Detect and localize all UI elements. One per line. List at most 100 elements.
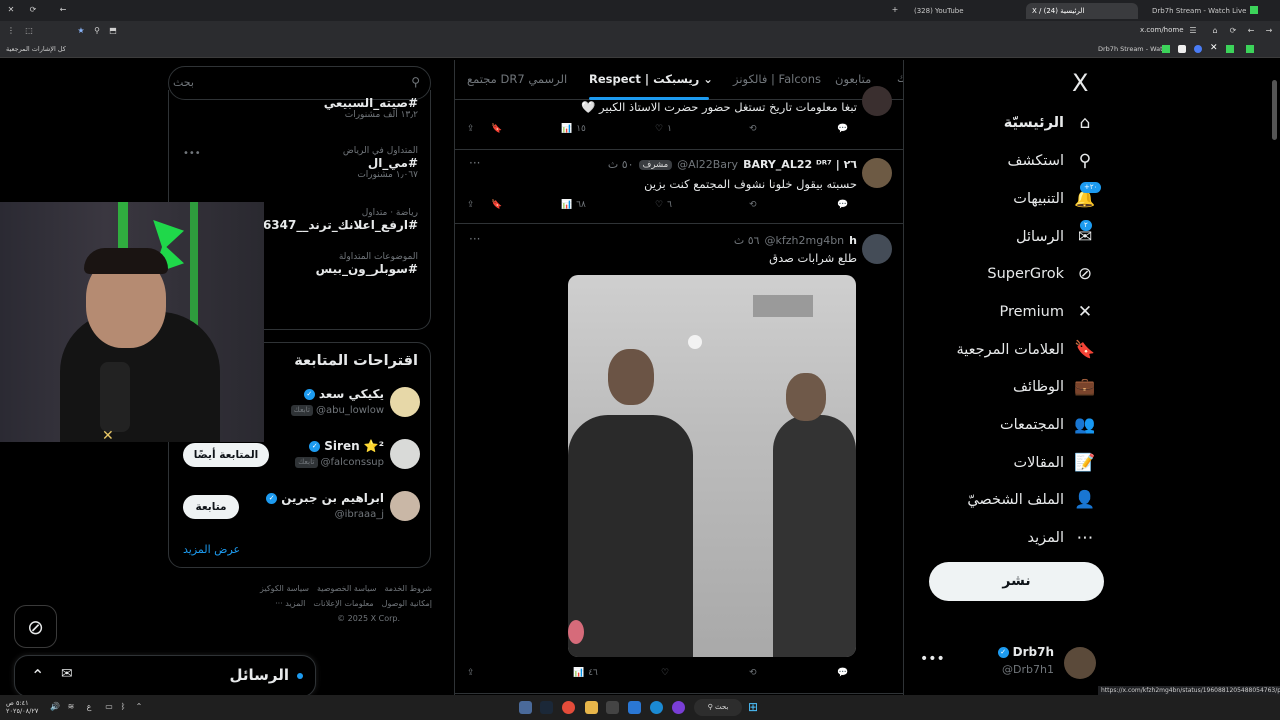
tweet-more-icon[interactable]: ··· (469, 232, 480, 246)
post-button[interactable]: نشر (929, 562, 1104, 601)
tab-stream[interactable]: Drb7h Stream - Watch Live on (1146, 3, 1246, 19)
reply-icon[interactable]: 💬 (837, 668, 848, 678)
new-tab-icon[interactable]: + (890, 5, 900, 15)
expand-up-icon[interactable]: ⌃ (31, 666, 44, 685)
wifi-icon[interactable]: ≋ (66, 702, 76, 712)
tweet-author-name[interactable]: h (849, 234, 857, 247)
bookmark-x-icon[interactable]: ✕ (1210, 43, 1218, 53)
star-icon[interactable]: ★ (76, 26, 86, 36)
tune-icon[interactable]: ☰ (1188, 26, 1198, 36)
retweet-icon[interactable]: ⟲ (749, 200, 757, 210)
telegram-icon[interactable] (628, 701, 641, 714)
bookmark-icon[interactable]: 🔖 (491, 124, 502, 134)
tab-falcons[interactable]: فالكونز | Falcons (733, 72, 821, 86)
nav-item-search[interactable]: ⚲ استكشف (1007, 146, 1096, 176)
like-button[interactable]: ♡ ٦ (655, 200, 672, 210)
tweet-author-handle[interactable]: @Al22Bary (677, 158, 738, 171)
more-dots-icon[interactable]: ••• (920, 651, 945, 667)
trend-more-icon[interactable]: ••• (183, 148, 201, 159)
steam-icon[interactable] (540, 701, 553, 714)
window-close-icon[interactable]: ✕ (6, 5, 16, 15)
back-nav-icon[interactable]: → (1264, 26, 1274, 36)
scrollbar[interactable] (1272, 80, 1277, 140)
trend-item[interactable]: الموضوعات المتداولة #سوبلر_ون_بيس (316, 252, 418, 276)
tweet-time[interactable]: ٥٦ ث (734, 234, 760, 247)
like-button[interactable]: ♡ ١ (655, 124, 672, 134)
language-icon[interactable]: ع (84, 702, 94, 712)
tab-respect[interactable]: Respect | ريسبكت ⌄ (589, 72, 713, 86)
privacy-link[interactable]: سياسة الخصوصية (317, 584, 376, 593)
speaker-icon[interactable]: 🔊 (50, 702, 60, 712)
nav-item-communities[interactable]: 👥 المجتمعات (1000, 410, 1096, 440)
tweet-author-handle[interactable]: @kfzh2mg4bn (765, 234, 845, 247)
tweet-time[interactable]: ٥٠ ث (608, 158, 634, 171)
retweet-icon[interactable]: ⟲ (749, 124, 757, 134)
ads-info-link[interactable]: معلومات الإعلانات (313, 599, 373, 608)
menu-dots-icon[interactable]: ⋮ (6, 26, 16, 36)
tab-x-home[interactable]: X / الرئيسية (24) (1026, 3, 1138, 19)
more-link[interactable]: المزيد ··· (275, 599, 305, 608)
home-browser-icon[interactable]: ⌂ (1210, 26, 1220, 36)
grok-button[interactable]: ⊘ (14, 605, 57, 648)
edge-icon[interactable] (650, 701, 663, 714)
new-message-icon[interactable]: ✉ (61, 666, 73, 682)
cookies-link[interactable]: سياسة الكوكيز (260, 584, 309, 593)
nav-item-profile[interactable]: 👤 الملف الشخصيّ (967, 485, 1096, 515)
zoom-icon[interactable]: ⚲ (92, 26, 102, 36)
nav-item-home[interactable]: ⌂ الرئيسيّة (1004, 108, 1096, 138)
nav-item-more-circle[interactable]: ⋯ المزيد (1028, 523, 1096, 553)
reply-icon[interactable]: 💬 (837, 124, 848, 134)
url-field[interactable]: x.com/home (1140, 26, 1184, 34)
chrome-icon[interactable] (562, 701, 575, 714)
share-icon[interactable]: ⇪ (467, 124, 475, 134)
account-switcher[interactable]: ✓ Drb7h @Drb7h1 ••• (920, 645, 1110, 685)
tweet-photo[interactable] (568, 275, 856, 657)
nav-item-bell[interactable]: 🔔 +٢٠ التنبيهات (1013, 182, 1102, 214)
display-icon[interactable]: ▭ (104, 702, 114, 712)
views-button[interactable]: 📊 ٤٦ (573, 668, 598, 678)
bookmark-app-icon[interactable] (1178, 45, 1186, 53)
tray-expand-icon[interactable]: ⌃ (134, 702, 144, 712)
tabs-scroll-icon[interactable]: ك (897, 72, 903, 85)
x-logo-icon[interactable]: X (1072, 69, 1088, 97)
reload-icon[interactable]: ⟳ (28, 5, 38, 15)
bookmark-icon[interactable]: 🔖 (491, 200, 502, 210)
accessibility-link[interactable]: إمكانية الوصول (382, 599, 432, 608)
bookmark-blue-icon[interactable] (1194, 45, 1202, 53)
forward-icon[interactable]: ← (1246, 26, 1256, 36)
store-icon[interactable] (606, 701, 619, 714)
bookmark-kick2-icon[interactable] (1226, 45, 1234, 53)
trend-item[interactable]: المتداول في الرياض #مي_ال ١٫٠٦٧ مشنورات (343, 146, 418, 180)
follow-button[interactable]: متابعة (183, 495, 239, 519)
bookmark-stream[interactable]: Drb7h Stream - Wat... (1098, 45, 1169, 53)
extension-icon[interactable]: ⬚ (24, 26, 34, 36)
suggestion-row[interactable]: ✓ ابراهيم بن جبرين @ibraaa_j متابعة (169, 487, 432, 531)
tab-youtube[interactable]: (328) YouTube (908, 3, 1018, 19)
trend-item[interactable]: رياضة · متداول #ارفع_اعلانك_ترند__054634… (238, 208, 418, 232)
folder-icon[interactable] (585, 701, 598, 714)
nav-item-x[interactable]: ✕ Premium (999, 297, 1096, 327)
tab-dr7-community[interactable]: مجتمع DR7 الرسمي (467, 72, 567, 86)
tab-following[interactable]: متابعون (835, 72, 871, 86)
messages-drawer[interactable]: ⌃ ✉ الرسائل (14, 655, 316, 697)
share-icon[interactable]: ⇪ (467, 200, 475, 210)
show-more-link[interactable]: عرض المزيد (183, 543, 240, 556)
nav-item-bookmark[interactable]: 🔖 العلامات المرجعية (957, 335, 1096, 365)
views-button[interactable]: 📊 ٦٨ (561, 200, 586, 210)
follow-back-button[interactable]: المتابعة أيضًا (183, 443, 269, 467)
terms-link[interactable]: شروط الخدمة (384, 584, 432, 593)
tweet-more-icon[interactable]: ··· (469, 156, 480, 170)
taskbar-search[interactable]: ⚲ بحث (694, 699, 742, 716)
tweet[interactable]: h @kfzh2mg4bn ٥٦ ث ··· طلع شرابات صدق ⇪ … (455, 224, 903, 694)
clock[interactable]: ٥:٤١ ص ٢٠٢٥/٠٨/٢٧ (6, 699, 38, 715)
taskbar-app-icon[interactable] (519, 701, 532, 714)
back-icon[interactable]: ← (58, 5, 68, 15)
bookmark-kick3-icon[interactable] (1246, 45, 1254, 53)
nav-item-grok[interactable]: ⊘ SuperGrok (987, 259, 1096, 289)
install-icon[interactable]: ⬒ (108, 26, 118, 36)
bluetooth-icon[interactable]: ᛒ (118, 702, 128, 712)
views-button[interactable]: 📊 ١٥ (561, 124, 586, 134)
tweet-author-name[interactable]: BARY_AL22 ᴰᴿ⁷ | ٢٦ (743, 158, 857, 171)
refresh-icon[interactable]: ⟳ (1228, 26, 1238, 36)
reply-icon[interactable]: 💬 (837, 200, 848, 210)
